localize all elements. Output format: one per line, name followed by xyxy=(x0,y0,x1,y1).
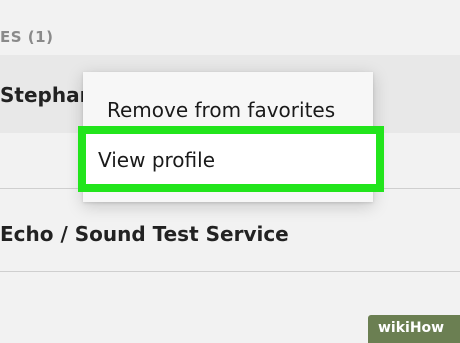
contact-row-echo[interactable]: Echo / Sound Test Service xyxy=(0,190,460,270)
menu-item-label: View profile xyxy=(98,148,215,172)
contact-name: Echo / Sound Test Service xyxy=(0,222,289,246)
menu-item-label: Remove from favorites xyxy=(107,98,336,122)
menu-item-view-profile[interactable]: View profile xyxy=(78,126,384,192)
divider xyxy=(0,271,460,272)
watermark-text: wikiHow xyxy=(378,320,445,336)
menu-item-remove-from-favorites[interactable]: Remove from favorites xyxy=(83,94,373,128)
section-header: ES (1) xyxy=(0,28,54,46)
wikihow-logo: wikiHow xyxy=(368,315,460,343)
